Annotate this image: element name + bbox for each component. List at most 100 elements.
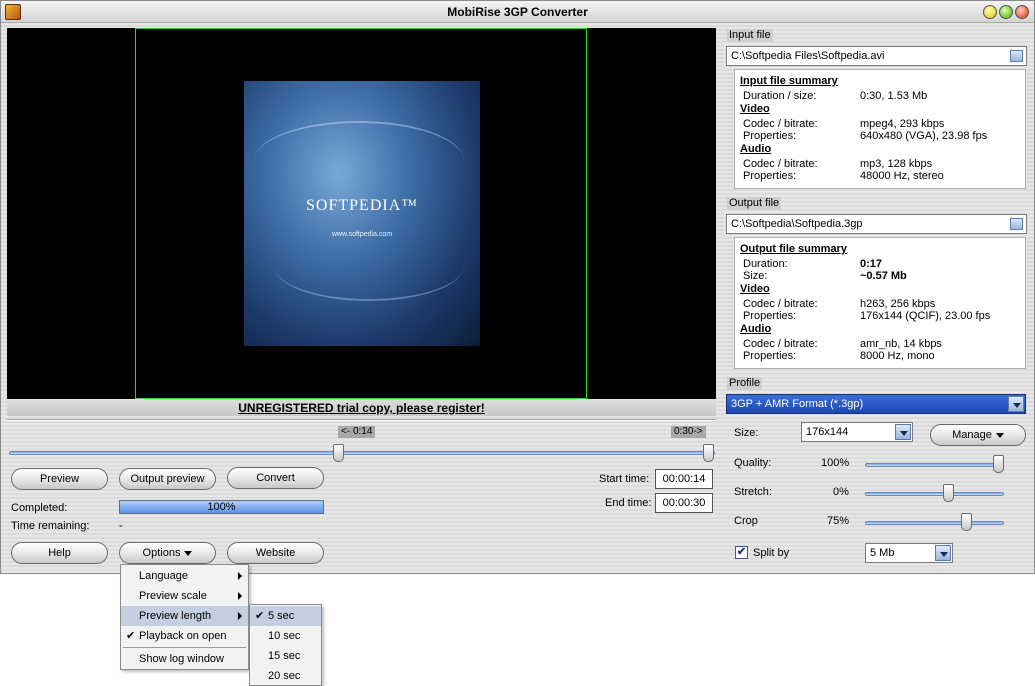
convert-button[interactable]: Convert [227,467,324,489]
quality-slider-track[interactable] [865,463,1004,467]
quality-slider-handle[interactable] [993,455,1004,473]
output-audio-props-label: Properties: [743,350,797,362]
menu-item-language[interactable]: Language [121,566,248,586]
timeline-start-handle[interactable] [333,444,344,462]
split-by-checkbox[interactable]: ✔ [735,546,748,559]
crop-label: Crop [734,515,758,527]
minimize-icon[interactable] [983,5,997,19]
input-summary-title: Input file summary [740,75,838,87]
preview-button[interactable]: Preview [11,468,108,490]
stretch-slider-handle[interactable] [943,484,954,502]
chevron-down-icon [995,432,1004,438]
end-time-input[interactable]: 00:00:30 [655,493,713,513]
output-audio-props-value: 8000 Hz, mono [860,350,935,362]
manage-button[interactable]: Manage [930,424,1026,446]
title-bar: MobiRise 3GP Converter [1,1,1034,23]
timeline-track[interactable] [9,451,715,455]
output-size-label: Size: [743,270,768,282]
input-duration-label: Duration / size: [743,90,817,102]
output-file-summary: Output file summary Duration: 0:17 Size:… [734,237,1026,369]
chevron-right-icon [238,572,242,580]
menu-item-label: 10 sec [268,630,301,642]
split-size-selected-text: 5 Mb [870,547,895,559]
menu-item-preview-scale[interactable]: Preview scale [121,586,248,606]
chevron-right-icon [238,612,242,620]
timeline-start-tag: <- 0:14 [338,426,376,438]
maximize-icon[interactable] [999,5,1013,19]
chevron-down-icon[interactable] [895,424,911,440]
divider [7,419,716,421]
size-select[interactable]: 176x144 [801,422,913,442]
output-preview-button[interactable]: Output preview [119,468,216,490]
profile-selected-text: 3GP + AMR Format (*.3gp) [731,398,864,410]
chevron-down-icon[interactable] [1008,396,1024,412]
close-icon[interactable] [1015,5,1029,19]
options-label: Options [142,547,181,559]
progress-value: 100% [207,501,236,513]
output-audio-codec-value: amr_nb, 14 kbps [860,338,942,350]
options-button[interactable]: Options [119,542,216,564]
output-file-path-text: C:\Softpedia\Softpedia.3gp [731,218,863,230]
menu-item-10-sec[interactable]: 10 sec [250,626,321,646]
chevron-down-icon[interactable] [935,545,951,561]
menu-item-15-sec[interactable]: 15 sec [250,646,321,666]
register-banner[interactable]: UNREGISTERED trial copy, please register… [7,400,716,416]
output-size-value: ~0.57 Mb [860,270,907,282]
input-video-props-value: 640x480 (VGA), 23.98 fps [860,130,988,142]
input-video-props-label: Properties: [743,130,797,142]
input-audio-props-label: Properties: [743,170,797,182]
input-duration-value: 0:30, 1.53 Mb [860,90,928,102]
time-remaining-label: Time remaining: [11,520,90,532]
profile-heading: Profile [727,377,763,390]
menu-item-label: 15 sec [268,650,301,662]
output-video-props-label: Properties: [743,310,797,322]
menu-item-playback-on-open[interactable]: ✔ Playback on open [121,626,248,646]
chevron-down-icon [184,550,193,556]
menu-item-label: Preview length [139,610,212,622]
menu-item-preview-length[interactable]: Preview length [121,606,248,626]
check-icon: ✔ [255,610,265,622]
video-frame-image: SOFTPEDIA™ www.softpedia.com [244,81,480,346]
menu-item-5-sec[interactable]: ✔ 5 sec [250,606,321,626]
menu-item-label: Playback on open [139,630,227,642]
output-duration-value: 0:17 [860,258,883,270]
timeline-end-tag: 0:30-> [671,426,706,438]
start-time-input[interactable]: 00:00:14 [655,469,713,489]
stretch-slider-track[interactable] [865,492,1004,496]
output-video-props-value: 176x144 (QCIF), 23.00 fps [860,310,991,322]
input-file-path[interactable]: C:\Softpedia Files\Softpedia.avi [726,46,1027,66]
browse-icon[interactable] [1010,50,1023,62]
chevron-right-icon [238,592,242,600]
help-button[interactable]: Help [11,542,108,564]
profile-select[interactable]: 3GP + AMR Format (*.3gp) [726,394,1026,414]
menu-item-label: 5 sec [268,610,295,622]
website-button[interactable]: Website [227,542,324,564]
split-size-select[interactable]: 5 Mb [865,543,953,563]
options-menu: Language Preview scale Preview length ✔ … [120,564,249,670]
input-audio-props-value: 48000 Hz, stereo [860,170,944,182]
crop-slider-track[interactable] [865,521,1004,525]
menu-item-show-log-window[interactable]: Show log window [121,649,248,669]
output-file-path[interactable]: C:\Softpedia\Softpedia.3gp [726,214,1027,234]
output-summary-title: Output file summary [740,243,847,255]
input-video-codec-value: mpeg4, 293 kbps [860,118,945,130]
quality-label: Quality: [734,457,772,469]
video-logo-text: SOFTPEDIA™ [306,197,418,214]
check-icon: ✔ [126,630,136,642]
preview-length-submenu: ✔ 5 sec 10 sec 15 sec 20 sec [249,604,322,686]
completed-progress-bar: 100% [119,500,324,514]
completed-label: Completed: [11,502,68,514]
output-audio-heading: Audio [740,323,772,335]
crop-slider-handle[interactable] [961,513,972,531]
input-file-path-text: C:\Softpedia Files\Softpedia.avi [731,50,885,62]
stretch-label: Stretch: [734,486,772,498]
time-remaining-value: - [119,520,123,532]
menu-item-20-sec[interactable]: 20 sec [250,666,321,686]
input-file-summary: Input file summary Duration / size: 0:30… [734,69,1026,189]
timeline-end-handle[interactable] [703,444,714,462]
quality-value: 100% [821,457,850,469]
video-preview: SOFTPEDIA™ www.softpedia.com [7,28,716,399]
size-label: Size: [734,427,759,439]
browse-icon[interactable] [1010,218,1023,230]
menu-separator [123,647,246,648]
